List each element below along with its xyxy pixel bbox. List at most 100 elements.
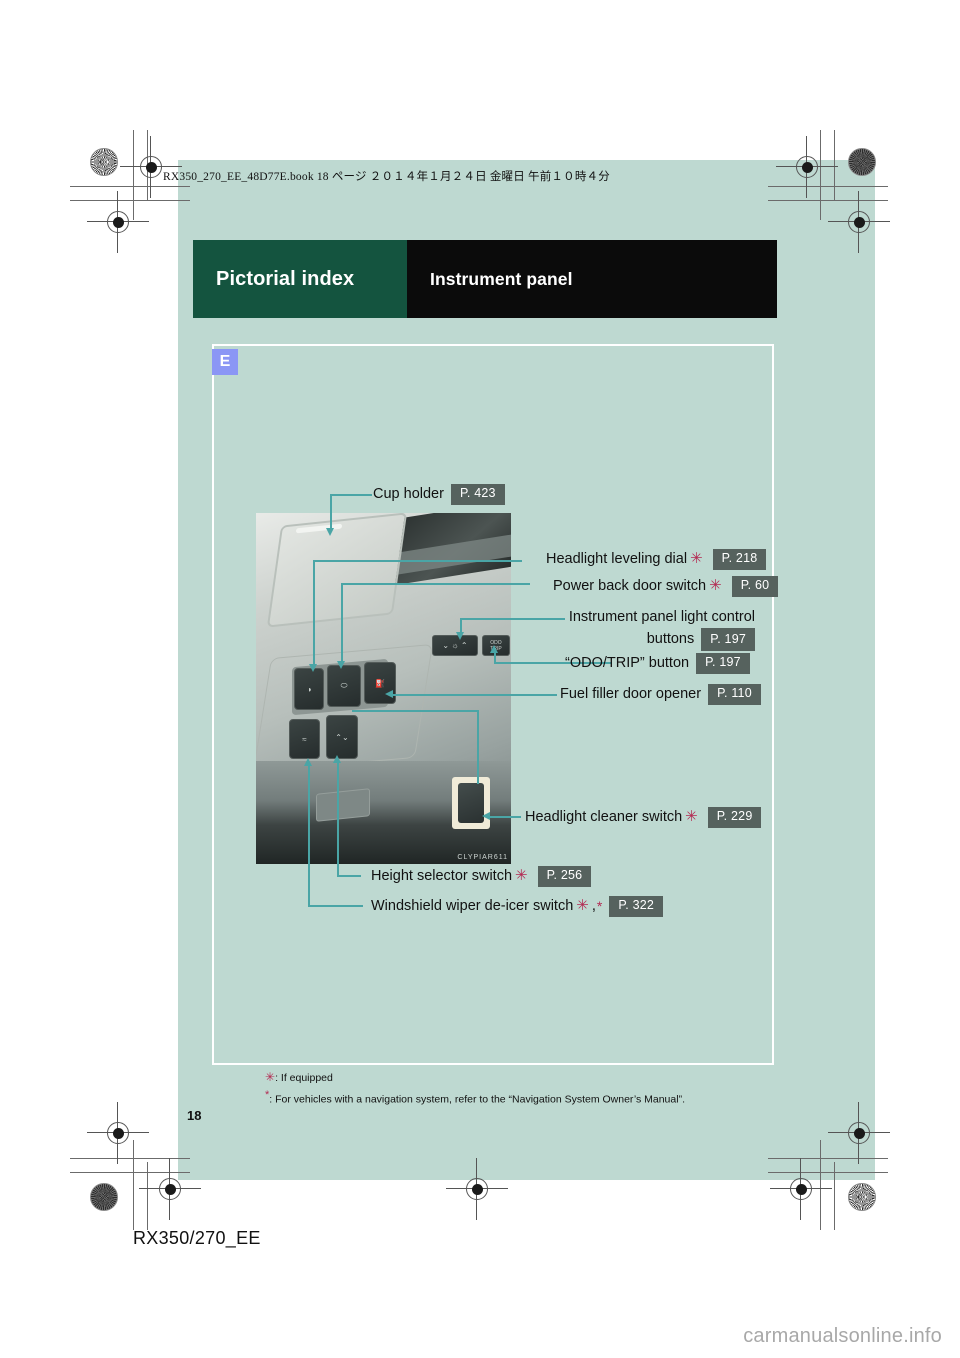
cup-holder-recess bbox=[266, 513, 408, 628]
callout-arrow-power-back-door-switch bbox=[337, 661, 345, 669]
callout-line-headlight-cleaner bbox=[489, 816, 521, 818]
callout-height-selector-switch: Height selector switch ✳ P. 256 bbox=[371, 866, 592, 887]
page-ref-badge[interactable]: P. 218 bbox=[712, 549, 767, 570]
crop-line bbox=[820, 130, 822, 220]
page-ref-badge[interactable]: P. 423 bbox=[450, 484, 505, 505]
title-bar: Pictorial index Instrument panel bbox=[193, 240, 777, 318]
footnote-text: : If equipped bbox=[275, 1072, 333, 1084]
callout-line-power-back-door-switch bbox=[341, 583, 343, 662]
crop-line bbox=[834, 1162, 836, 1230]
index-badge-e: E bbox=[212, 349, 238, 375]
model-footer: RX350/270_EE bbox=[133, 1228, 261, 1248]
footnote-text: : For vehicles with a navigation system,… bbox=[269, 1093, 685, 1106]
if-equipped-asterisk-icon: ✳ bbox=[515, 866, 528, 884]
callout-headlight-leveling-dial: Headlight leveling dial ✳ P. 218 bbox=[546, 549, 767, 570]
crop-line bbox=[133, 130, 135, 220]
callout-cup-holder: Cup holder P. 423 bbox=[373, 484, 505, 505]
crop-line bbox=[834, 130, 836, 200]
crop-line bbox=[70, 1172, 190, 1174]
callout-label-text: Height selector switch bbox=[371, 868, 513, 885]
callout-label-text: Instrument panel light control bbox=[568, 609, 755, 625]
crop-line bbox=[820, 1140, 822, 1230]
callout-label-text: Fuel filler door opener bbox=[560, 686, 702, 703]
callout-arrow-headlight-leveling-dial bbox=[309, 664, 317, 672]
if-equipped-asterisk-icon: ✳ bbox=[265, 1070, 276, 1084]
crop-line bbox=[768, 1158, 888, 1160]
halftone-target-mark bbox=[848, 1183, 876, 1211]
comma-separator: , bbox=[591, 898, 596, 915]
section-title: Pictorial index bbox=[216, 267, 355, 290]
page-number: 18 bbox=[187, 1108, 202, 1123]
callout-arrow-odo-trip bbox=[490, 645, 498, 653]
callout-bracket-headlight-cleaner bbox=[352, 710, 478, 712]
callout-line-height-selector bbox=[337, 875, 361, 877]
callout-line-headlight-leveling-dial bbox=[313, 560, 315, 665]
callout-line-cup-holder bbox=[330, 494, 332, 528]
crop-line bbox=[70, 200, 190, 202]
page-ref-badge[interactable]: P. 229 bbox=[707, 807, 762, 828]
crop-line bbox=[768, 186, 888, 188]
instrument-panel-light-control-buttons: ⌄ ☼ ⌃ bbox=[432, 635, 478, 656]
photo-code: CLYPIAR611 bbox=[457, 854, 508, 861]
halftone-target-mark bbox=[90, 1183, 118, 1211]
callout-label-text-2: buttons bbox=[646, 631, 695, 648]
callout-line-windshield-deicer bbox=[308, 905, 363, 907]
callout-arrow-instrument-panel-light bbox=[456, 632, 464, 640]
callout-arrow-cup-holder bbox=[326, 528, 334, 536]
subject-title: Instrument panel bbox=[430, 268, 573, 289]
crop-line bbox=[133, 1140, 135, 1230]
callout-label-text: Headlight cleaner switch bbox=[525, 809, 683, 826]
callout-label-text: “ODO/TRIP” button bbox=[565, 655, 690, 672]
footnotes: ✳: If equipped *: For vehicles with a na… bbox=[265, 1068, 685, 1107]
if-equipped-asterisk-icon: ✳ bbox=[690, 549, 703, 567]
page-ref-badge[interactable]: P. 110 bbox=[708, 684, 761, 705]
power-back-door-switch-button: ⬭ bbox=[327, 665, 361, 707]
headlight-leveling-dial-button: ◑ bbox=[294, 668, 324, 710]
callout-label-text: Windshield wiper de-icer switch bbox=[371, 898, 574, 915]
callout-line-power-back-door-switch bbox=[341, 583, 530, 585]
crop-line bbox=[70, 1158, 190, 1160]
crop-line bbox=[147, 1162, 149, 1230]
footnote-nav-note: *: For vehicles with a navigation system… bbox=[265, 1087, 685, 1108]
callout-arrow-headlight-cleaner bbox=[482, 812, 490, 820]
callout-label-text: Headlight leveling dial bbox=[546, 551, 688, 568]
callout-line-windshield-deicer bbox=[308, 765, 310, 906]
callout-power-back-door-switch: Power back door switch ✳ P. 60 bbox=[553, 576, 779, 597]
callout-windshield-wiper-deicer-switch: Windshield wiper de-icer switch ✳ , * P.… bbox=[371, 896, 664, 917]
callout-arrow-windshield-deicer bbox=[304, 758, 312, 766]
if-equipped-asterisk-icon: ✳ bbox=[685, 807, 698, 825]
instrument-panel-photo: ◑ ⬭ ⛽ ≈ ⌃⌄ ⌄ ☼ ⌃ ODO TRIP CLYPIAR611 bbox=[256, 513, 511, 864]
callout-headlight-cleaner-switch: Headlight cleaner switch ✳ P. 229 bbox=[525, 807, 762, 828]
callout-line-instrument-panel-light bbox=[460, 618, 462, 633]
page-ref-badge[interactable]: P. 197 bbox=[696, 653, 750, 674]
site-watermark: carmanualsonline.info bbox=[743, 1325, 942, 1347]
page-ref-badge[interactable]: P. 322 bbox=[609, 896, 664, 917]
callout-label-text: Cup holder bbox=[373, 486, 444, 503]
crop-line bbox=[768, 1172, 888, 1174]
callout-label-text: Power back door switch bbox=[553, 578, 707, 595]
callout-fuel-filler-door-opener: Fuel filler door opener P. 110 bbox=[560, 684, 761, 705]
callout-arrow-fuel-filler bbox=[385, 690, 393, 698]
callout-line-fuel-filler bbox=[392, 694, 557, 696]
callout-line-odo-trip bbox=[494, 652, 496, 663]
lower-hatch bbox=[316, 788, 370, 822]
halftone-target-mark bbox=[848, 148, 876, 176]
headlight-cleaner-switch-button bbox=[458, 783, 484, 823]
page-ref-badge[interactable]: P. 60 bbox=[731, 576, 779, 597]
if-equipped-asterisk-icon: ✳ bbox=[709, 576, 722, 594]
height-selector-switch-button: ⌃⌄ bbox=[326, 715, 358, 759]
page-ref-badge[interactable]: P. 197 bbox=[701, 628, 755, 652]
windshield-wiper-deicer-button: ≈ bbox=[289, 719, 320, 759]
callout-line-height-selector bbox=[337, 762, 339, 876]
book-file-line: RX350_270_EE_48D77E.book 18 ページ ２０１４年１月２… bbox=[163, 171, 610, 183]
nav-note-asterisk-icon: * bbox=[596, 897, 603, 914]
callout-line-headlight-leveling-dial bbox=[313, 560, 522, 562]
page-ref-badge[interactable]: P. 256 bbox=[537, 866, 592, 887]
callout-arrow-height-selector bbox=[333, 755, 341, 763]
footnote-if-equipped: ✳: If equipped bbox=[265, 1068, 685, 1087]
subject-title-block: Instrument panel bbox=[407, 240, 777, 318]
callout-line-cup-holder bbox=[330, 494, 372, 496]
halftone-target-mark bbox=[90, 148, 118, 176]
crop-line bbox=[768, 200, 888, 202]
callout-odo-trip-button: “ODO/TRIP” button P. 197 bbox=[565, 653, 750, 674]
